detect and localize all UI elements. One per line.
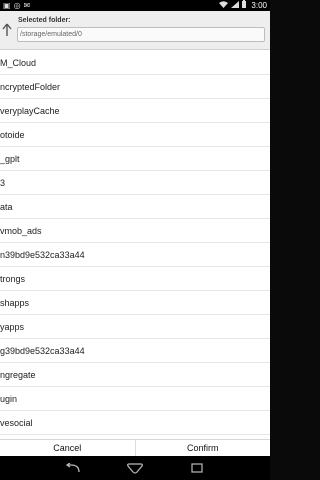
folder-item[interactable]: ngregate [0, 363, 270, 387]
battery-icon [242, 0, 247, 11]
recents-button[interactable] [187, 461, 207, 475]
status-bar: ▣ ◎ ✉ 3:00 [0, 0, 270, 11]
folder-item[interactable]: veryplayCache [0, 99, 270, 123]
folder-item[interactable]: ncryptedFolder [0, 75, 270, 99]
record-icon: ◎ [13, 1, 21, 10]
folder-item[interactable]: vesocial [0, 411, 270, 435]
wifi-icon [219, 0, 229, 11]
folder-item[interactable]: 3 [0, 171, 270, 195]
arrow-up-icon [2, 23, 12, 36]
confirm-button[interactable]: Confirm [136, 440, 271, 456]
folder-path-field[interactable]: /storage/emulated/0 [17, 27, 265, 42]
mail-icon: ✉ [23, 1, 31, 10]
dialog-header: Selected folder: /storage/emulated/0 [0, 11, 270, 50]
folder-item[interactable]: ugin [0, 387, 270, 411]
folder-item[interactable]: M_Cloud [0, 51, 270, 75]
home-button[interactable] [125, 461, 145, 475]
folder-item[interactable]: trongs [0, 267, 270, 291]
recents-icon [191, 463, 203, 473]
dialog-title: Selected folder: [18, 17, 71, 24]
folder-item[interactable]: yapps [0, 315, 270, 339]
folder-item[interactable]: _gplt [0, 147, 270, 171]
folder-chooser-dialog: Selected folder: /storage/emulated/0 M_C… [0, 11, 270, 456]
back-icon [65, 463, 80, 473]
cancel-button[interactable]: Cancel [0, 440, 135, 456]
signal-icon [231, 0, 240, 11]
back-button[interactable] [63, 461, 83, 475]
clock: 3:00 [251, 1, 267, 10]
folder-item[interactable]: shapps [0, 291, 270, 315]
folder-list[interactable]: M_Cloud ncryptedFolder veryplayCache oto… [0, 51, 270, 439]
dialog-footer: Cancel Confirm [0, 439, 270, 456]
up-folder-button[interactable] [0, 17, 14, 43]
folder-item[interactable]: otoide [0, 123, 270, 147]
image-icon: ▣ [3, 1, 11, 10]
folder-item[interactable]: g39bd9e532ca33a44 [0, 339, 270, 363]
folder-item[interactable]: ata [0, 195, 270, 219]
folder-item[interactable]: n39bd9e532ca33a44 [0, 243, 270, 267]
home-icon [127, 463, 143, 474]
navigation-bar [0, 456, 270, 480]
folder-item[interactable]: vmob_ads [0, 219, 270, 243]
